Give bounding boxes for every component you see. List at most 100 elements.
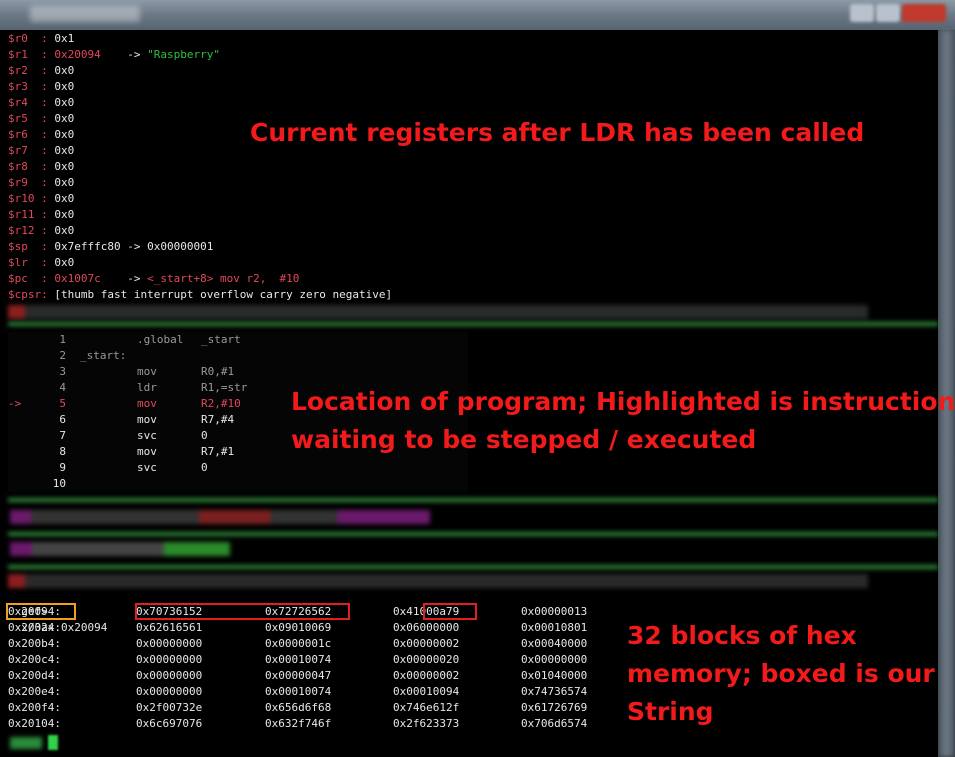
line-number: 8 — [59, 445, 66, 458]
register-name: $lr : — [8, 256, 48, 269]
annotation-registers: Current registers after LDR has been cal… — [250, 118, 865, 147]
memory-word: 0x00010801 — [521, 621, 588, 634]
memory-word: 0x01040000 — [521, 669, 588, 682]
register-row: $r7 : 0x0 — [8, 143, 74, 159]
memory-word: 0x06000000 — [393, 621, 460, 634]
memory-word: 0x00000002 — [393, 637, 460, 650]
address-highlight-box — [6, 603, 76, 620]
annotation-memory-line1: 32 blocks of hex — [627, 621, 857, 650]
memory-word: 0x656d6f68 — [265, 701, 332, 714]
memory-word: 0x09010069 — [265, 621, 332, 634]
memory-word: 0x00000000 — [136, 637, 203, 650]
blurred-thread-line — [10, 510, 430, 524]
memory-row: 0x200f4: 0x2f00732e 0x656d6f68 0x746e612f 0x… — [8, 700, 628, 716]
blurred-warning-line-1 — [8, 305, 868, 319]
line-number: 6 — [59, 413, 66, 426]
annotation-memory-line2: memory; boxed is our — [627, 659, 935, 688]
memory-word: 0x00010074 — [265, 685, 332, 698]
memory-row: 0x20104: 0x6c697076 0x632f746f 0x2f623373 0x… — [8, 716, 628, 732]
source-args: R2,#10 — [201, 397, 241, 410]
register-name: $cpsr: — [8, 288, 48, 301]
register-row: $r5 : 0x0 — [8, 111, 74, 127]
memory-row: 0x200e4: 0x00000000 0x00010074 0x00010094 0x… — [8, 684, 628, 700]
source-opcode: mov — [137, 445, 157, 458]
line-number: 4 — [59, 381, 66, 394]
register-name: $r6 : — [8, 128, 48, 141]
register-name: $r3 : — [8, 80, 48, 93]
memory-word: 0x00000002 — [393, 669, 460, 682]
register-row: $r2 : 0x0 — [8, 63, 74, 79]
source-args: R0,#1 — [201, 365, 235, 378]
string-words-box — [135, 603, 350, 620]
memory-address: 0x200d4: — [8, 669, 61, 682]
register-name: $r11 : — [8, 208, 48, 221]
register-row: $r11 : 0x0 — [8, 207, 74, 223]
memory-address: 0x20104: — [8, 717, 61, 730]
register-value: 0x0 — [54, 80, 75, 93]
blurred-warning-line-2 — [8, 574, 868, 588]
register-row: $r4 : 0x0 — [8, 95, 74, 111]
register-name: $pc : — [8, 272, 48, 285]
source-line: 10 — [8, 476, 468, 492]
memory-address: 0x200e4: — [8, 685, 61, 698]
memory-word: 0x632f746f — [265, 717, 332, 730]
memory-dump: 0x20094: 0x70736152 0x72726562 0x41000a79 0x… — [8, 604, 628, 734]
register-name: $r12 : — [8, 224, 48, 237]
memory-word: 0x62616561 — [136, 621, 203, 634]
register-name: $r8 : — [8, 160, 48, 173]
register-row: $r10 : 0x0 — [8, 191, 74, 207]
annotation-program-line1: Location of program; Highlighted is inst… — [291, 387, 955, 416]
register-name: $r0 : — [8, 32, 48, 45]
memory-word: 0x61726769 — [521, 701, 588, 714]
maximize-button[interactable] — [876, 4, 900, 22]
memory-word: 0x2f623373 — [393, 717, 460, 730]
register-name: $r9 : — [8, 176, 48, 189]
register-name: $r10 : — [8, 192, 48, 205]
source-line: 3 mov R0,#1 — [8, 364, 468, 380]
register-row: $r9 : 0x0 — [8, 175, 74, 191]
source-opcode: mov — [137, 365, 157, 378]
source-line: 9 svc 0 — [8, 460, 468, 476]
memory-word: 0x00010074 — [265, 653, 332, 666]
window-title-blurred — [30, 6, 140, 22]
source-opcode: ldr — [137, 381, 157, 394]
register-value: 0x0 — [54, 160, 75, 173]
memory-word: 0x0000001c — [265, 637, 332, 650]
register-deref: "Raspberry" — [147, 48, 220, 61]
register-row: $r12 : 0x0 — [8, 223, 74, 239]
blurred-bottom-prompt — [10, 737, 42, 749]
register-value: 0x0 — [54, 208, 75, 221]
register-row: $lr : 0x0 — [8, 255, 74, 271]
source-opcode: svc — [137, 461, 157, 474]
close-button[interactable] — [902, 4, 946, 22]
source-opcode: mov — [137, 413, 157, 426]
window-titlebar[interactable] — [0, 0, 955, 30]
register-name: $r4 : — [8, 96, 48, 109]
blurred-separator-extra — [8, 565, 938, 569]
memory-address: 0x200b4: — [8, 637, 61, 650]
line-number: 9 — [59, 461, 66, 474]
register-row: $r3 : 0x0 — [8, 79, 74, 95]
register-name: $r2 : — [8, 64, 48, 77]
register-value: 0x0 — [54, 112, 75, 125]
memory-word: 0x746e612f — [393, 701, 460, 714]
annotation-program-line2: waiting to be stepped / executed — [291, 425, 757, 454]
register-name: $r5 : — [8, 112, 48, 125]
blurred-trace-line — [10, 542, 230, 556]
register-value: 0x0 — [54, 256, 75, 269]
register-value: 0x0 — [54, 176, 75, 189]
memory-address: 0x200a4: — [8, 621, 61, 634]
memory-word: 0x00000047 — [265, 669, 332, 682]
register-row: $r0 : 0x1 — [8, 31, 74, 47]
memory-word: 0x00040000 — [521, 637, 588, 650]
register-arrow: -> — [127, 48, 141, 61]
register-row: $r6 : 0x0 — [8, 127, 74, 143]
register-value: 0x0 — [54, 64, 75, 77]
register-value: 0x1 — [54, 32, 75, 45]
memory-address: 0x200f4: — [8, 701, 61, 714]
memory-word: 0x6c697076 — [136, 717, 203, 730]
minimize-button[interactable] — [850, 4, 874, 22]
line-number: 3 — [59, 365, 66, 378]
register-value: 0x0 — [54, 144, 75, 157]
memory-word: 0x2f00732e — [136, 701, 203, 714]
